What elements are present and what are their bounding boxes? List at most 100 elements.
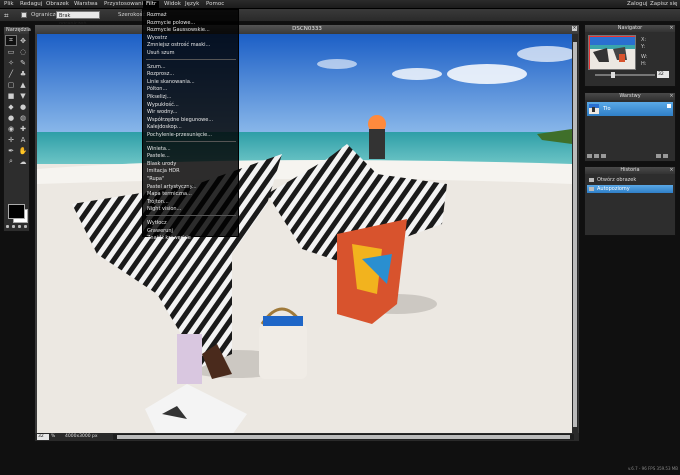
- filter-menu-item[interactable]: Grawerunj: [147, 228, 173, 234]
- filter-menu-item[interactable]: Wytłocz: [147, 220, 167, 226]
- login-link[interactable]: Zaloguj: [627, 1, 648, 8]
- filter-menu-item[interactable]: Rozmycie Gaussowskie...: [147, 27, 210, 33]
- select-rect-icon[interactable]: ▭: [5, 46, 17, 57]
- menu-pomoc[interactable]: Pomoc: [206, 1, 224, 8]
- signup-link[interactable]: Zapisz się: [650, 1, 677, 8]
- photo-canvas[interactable]: [37, 34, 572, 435]
- zoom-icon[interactable]: ⌕: [5, 156, 17, 167]
- heal-icon[interactable]: ✚: [17, 123, 29, 134]
- gradient-icon[interactable]: ■: [5, 90, 17, 101]
- filter-menu-item[interactable]: Linie skanowania...: [147, 79, 195, 85]
- horizontal-scrollbar[interactable]: [113, 434, 574, 440]
- fill-icon[interactable]: ▲: [17, 79, 29, 90]
- navigator-h-label: H:: [641, 61, 647, 67]
- history-item-autolevels[interactable]: Autopoziomy: [587, 185, 673, 193]
- layer-new-icon[interactable]: [656, 154, 661, 158]
- menu-przystosowanie[interactable]: Przystosowanie: [104, 1, 147, 8]
- menu-plik[interactable]: Plik: [4, 1, 14, 8]
- navigator-zoom-slider[interactable]: [595, 74, 655, 76]
- move-icon[interactable]: ✥: [17, 35, 29, 46]
- filter-menu-item[interactable]: Wyostrz: [147, 35, 167, 41]
- eyedropper-icon[interactable]: ✒: [5, 145, 17, 156]
- layer-item[interactable]: Tło: [587, 102, 673, 116]
- layers-footer-actions: [587, 153, 673, 159]
- history-close-icon[interactable]: ×: [669, 168, 674, 173]
- pencil-icon[interactable]: ✎: [17, 57, 29, 68]
- navigator-panel: Navigator × X: Y: W: H: 32: [584, 24, 676, 87]
- menu-redaguj[interactable]: Redaguj: [20, 1, 42, 8]
- tools-panel: Narzędzia ⌗ ✥ ▭ ◌ ✧ ✎ ╱ ♣ ▢ ▲ ■ ▼ ◆ ● ● ◍ ◉ ✚ ✛ A ✒ ✋ ⌕ ☁: [3, 26, 31, 232]
- burn-icon[interactable]: ●: [5, 112, 17, 123]
- navigator-zoom-knob[interactable]: [611, 72, 615, 78]
- menu-warstwa[interactable]: Warstwa: [74, 1, 98, 8]
- layer-mask-icon[interactable]: [594, 154, 599, 158]
- sponge-icon[interactable]: ◍: [17, 112, 29, 123]
- menu-bar: Plik Redaguj Obrazek Warstwa Przystosowa…: [0, 0, 680, 9]
- image-dimensions: 4000x3000 px: [65, 434, 98, 439]
- text-icon[interactable]: A: [17, 134, 29, 145]
- filter-menu-item[interactable]: Pólton...: [147, 86, 167, 92]
- sharpen-icon[interactable]: ◆: [5, 101, 17, 112]
- pin-icon[interactable]: ✛: [5, 134, 17, 145]
- navigator-x-label: X:: [641, 37, 647, 43]
- menu-filtr[interactable]: Filtr: [143, 1, 160, 9]
- filter-menu-item[interactable]: Kalejdoskop...: [147, 124, 182, 130]
- crop-icon: ⌗: [4, 11, 9, 20]
- filter-menu-item[interactable]: Rozprosz...: [147, 71, 174, 77]
- filter-menu-item[interactable]: Szum...: [147, 64, 166, 70]
- filter-menu-item[interactable]: Pastel artystyczny...: [147, 184, 197, 190]
- history-adjust-icon: [589, 187, 594, 191]
- layer-visibility-icon[interactable]: [667, 104, 671, 108]
- filter-menu-item[interactable]: Usuń szum: [147, 50, 174, 56]
- navigator-thumbnail[interactable]: [588, 35, 636, 70]
- history-title: Historia ×: [585, 167, 675, 174]
- canvas-close-icon[interactable]: ×: [572, 26, 577, 31]
- filter-menu-item[interactable]: Znajdź krawędzie: [147, 235, 191, 241]
- navigator-zoom-input[interactable]: 32: [657, 71, 669, 78]
- vertical-scrollbar[interactable]: [572, 34, 578, 435]
- layer-add-icon[interactable]: [587, 154, 592, 158]
- filter-menu-item[interactable]: Blask urody: [147, 161, 176, 167]
- eraser-icon[interactable]: ▢: [5, 79, 17, 90]
- layer-settings-icon[interactable]: [601, 154, 606, 158]
- filter-menu-item[interactable]: Imitacja HDR: [147, 168, 180, 174]
- redeye-icon[interactable]: ◉: [5, 123, 17, 134]
- history-item-open[interactable]: Otwórz obrazek: [587, 176, 673, 184]
- filter-menu-item[interactable]: Winieta...: [147, 146, 171, 152]
- filter-menu-separator: [146, 58, 236, 60]
- filter-menu-item[interactable]: "Rupa": [147, 176, 164, 182]
- menu-obrazek[interactable]: Obrazek: [46, 1, 69, 8]
- constraint-select[interactable]: Brak ograniczeń: [56, 11, 100, 27]
- blur-icon[interactable]: ▼: [17, 90, 29, 101]
- filter-menu-item[interactable]: Pochylenie-przesunięcie...: [147, 132, 212, 138]
- navigator-y-label: Y:: [641, 44, 646, 50]
- tool-grid: ⌗ ✥ ▭ ◌ ✧ ✎ ╱ ♣ ▢ ▲ ■ ▼ ◆ ● ● ◍ ◉ ✚ ✛ A ✒ ✋ ⌕ ☁: [4, 34, 29, 168]
- filter-menu-item[interactable]: Rozmycie polowe...: [147, 20, 195, 26]
- filter-menu-item[interactable]: Pikselizj...: [147, 94, 171, 100]
- wand-icon[interactable]: ✧: [5, 57, 17, 68]
- clone-icon[interactable]: ♣: [17, 68, 29, 79]
- filter-menu-item[interactable]: Night vision...: [147, 206, 181, 212]
- menu-widok[interactable]: Widok: [164, 1, 181, 8]
- layer-delete-icon[interactable]: [663, 154, 668, 158]
- lasso-icon[interactable]: ◌: [17, 46, 29, 57]
- foreground-color-swatch[interactable]: [8, 204, 25, 219]
- hand-icon[interactable]: ✋: [17, 145, 29, 156]
- filter-menu-item[interactable]: Wir wodny...: [147, 109, 177, 115]
- filter-menu-item[interactable]: Współrzędne biegunowe...: [147, 117, 213, 123]
- menu-jezyk[interactable]: Język: [185, 1, 199, 8]
- constraint-checkbox[interactable]: [21, 12, 27, 18]
- zoom-input[interactable]: 32: [37, 434, 49, 440]
- filter-menu-item[interactable]: Mapa termiczna...: [147, 191, 192, 197]
- filter-menu-item[interactable]: Pastele...: [147, 153, 170, 159]
- filter-menu-item[interactable]: Trójton...: [147, 199, 169, 205]
- smudge-icon[interactable]: ☁: [17, 156, 29, 167]
- brush-icon[interactable]: ╱: [5, 68, 17, 79]
- filter-menu-item[interactable]: Zmniejsz ostrość maski...: [147, 42, 210, 48]
- filter-menu-item[interactable]: Wypukłość...: [147, 102, 179, 108]
- dodge-icon[interactable]: ●: [17, 101, 29, 112]
- filter-menu-item[interactable]: Rozmaż: [147, 12, 167, 18]
- crop-icon[interactable]: ⌗: [5, 35, 17, 46]
- navigator-close-icon[interactable]: ×: [669, 26, 674, 31]
- layers-close-icon[interactable]: ×: [669, 94, 674, 99]
